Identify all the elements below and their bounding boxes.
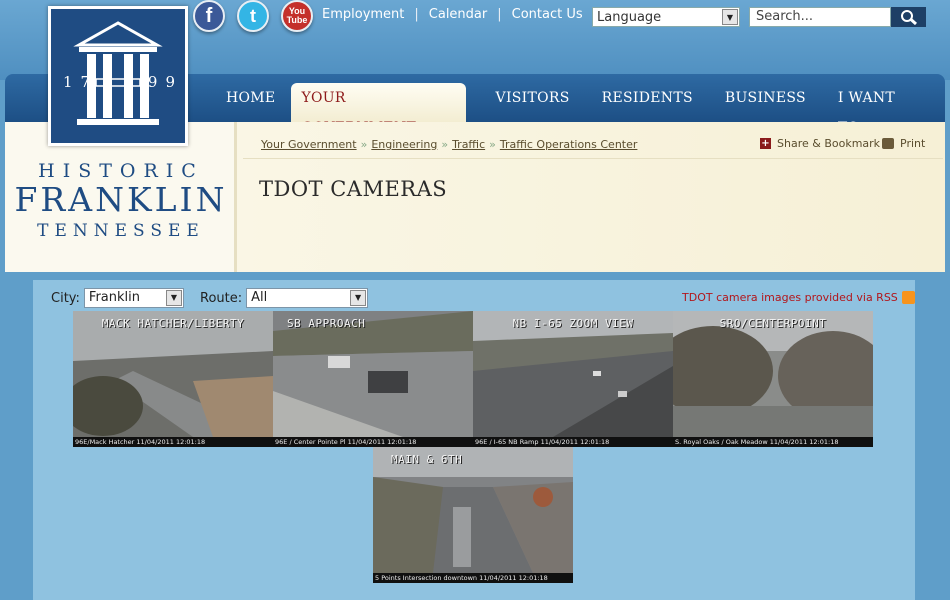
contact-us-link[interactable]: Contact Us [512, 7, 583, 22]
chevron-down-icon: ▼ [350, 290, 367, 306]
city-label: City: [51, 290, 80, 306]
camera-timestamp: 96E/Mack Hatcher 11/04/2011 12:01:18 [73, 437, 273, 447]
route-filter: Route: All ▼ [200, 288, 369, 308]
employment-link[interactable]: Employment [322, 7, 404, 22]
route-label: Route: [200, 290, 243, 306]
route-select[interactable]: All ▼ [246, 288, 369, 308]
calendar-link[interactable]: Calendar [429, 7, 487, 22]
nav-your-government[interactable]: YOUR GOVERNMENT [291, 83, 466, 136]
share-bookmark-button[interactable]: + Share & Bookmark [760, 137, 880, 150]
breadcrumb-engineering[interactable]: Engineering [371, 138, 437, 151]
city-filter: City: Franklin ▼ [51, 288, 184, 308]
breadcrumb: Your Government» Engineering» Traffic» Traf… [261, 138, 638, 151]
social-links: f t You Tube [193, 0, 313, 32]
rss-icon [901, 291, 915, 304]
facebook-icon[interactable]: f [193, 0, 225, 32]
camera-caption: SB APPROACH [287, 317, 366, 330]
divider: | [497, 7, 502, 22]
divider: | [414, 7, 419, 22]
logo-year-right: 99 [147, 73, 183, 91]
brand-franklin: FRANKLIN [14, 180, 228, 219]
breadcrumb-traffic[interactable]: Traffic [452, 138, 485, 151]
camera-main-6th[interactable]: MAIN & 6TH 5 Points Intersection downtow… [373, 447, 573, 583]
breadcrumb-traffic-operations-center[interactable]: Traffic Operations Center [500, 138, 638, 151]
camera-sro-centerpoint[interactable]: SRO/CENTERPOINT S. Royal Oaks / Oak Mead… [673, 311, 873, 447]
camera-timestamp: 96E / Center Pointe Pl 11/04/2011 12:01:… [273, 437, 473, 447]
camera-timestamp: 96E / I-65 NB Ramp 11/04/2011 12:01:18 [473, 437, 673, 447]
divider [243, 158, 943, 159]
twitter-icon[interactable]: t [237, 0, 269, 32]
nav-business[interactable]: BUSINESS [709, 83, 822, 122]
camera-caption: MAIN & 6TH [391, 453, 463, 466]
page-title: TDOT CAMERAS [259, 177, 448, 201]
search-button[interactable] [891, 7, 926, 27]
brand-historic: HISTORIC [38, 160, 204, 182]
nav-visitors[interactable]: VISITORS [480, 83, 586, 122]
nav-residents[interactable]: RESIDENTS [586, 83, 709, 122]
search-icon [900, 10, 917, 25]
logo-year-left: 17 [63, 73, 99, 91]
camera-mack-hatcher[interactable]: MACK HATCHER/LIBERTY 96E/Mack Hatcher 11… [73, 311, 273, 447]
print-button[interactable]: Print [882, 137, 925, 150]
camera-caption: SRO/CENTERPOINT [719, 317, 827, 330]
nav-home[interactable]: HOME [210, 83, 291, 122]
breadcrumb-your-government[interactable]: Your Government [261, 138, 357, 151]
chevron-down-icon: ▼ [722, 9, 738, 25]
search-input[interactable]: Search... [749, 7, 891, 27]
youtube-icon[interactable]: You Tube [281, 0, 313, 32]
printer-icon [882, 138, 894, 149]
top-links: Employment | Calendar | Contact Us [322, 7, 583, 22]
city-select[interactable]: Franklin ▼ [83, 288, 184, 308]
rss-link[interactable]: TDOT camera images provided via RSS [682, 291, 915, 304]
camera-nb-i65[interactable]: NB I-65 ZOOM VIEW 96E / I-65 NB Ramp 11/… [473, 311, 673, 447]
camera-sb-approach[interactable]: SB APPROACH 96E / Center Pointe Pl 11/04… [273, 311, 473, 447]
camera-timestamp: S. Royal Oaks / Oak Meadow 11/04/2011 12… [673, 437, 873, 447]
nav-i-want-to[interactable]: I WANT TO... [822, 83, 945, 136]
plus-icon: + [760, 138, 771, 149]
chevron-down-icon: ▼ [165, 290, 182, 306]
camera-caption: NB I-65 ZOOM VIEW [512, 317, 634, 330]
camera-timestamp: 5 Points Intersection downtown 11/04/201… [373, 573, 573, 583]
city-logo[interactable]: 17 99 [48, 6, 188, 146]
language-select[interactable]: Language ▼ [592, 7, 740, 27]
camera-caption: MACK HATCHER/LIBERTY [101, 317, 245, 330]
brand-tennessee: TENNESSEE [37, 221, 205, 241]
